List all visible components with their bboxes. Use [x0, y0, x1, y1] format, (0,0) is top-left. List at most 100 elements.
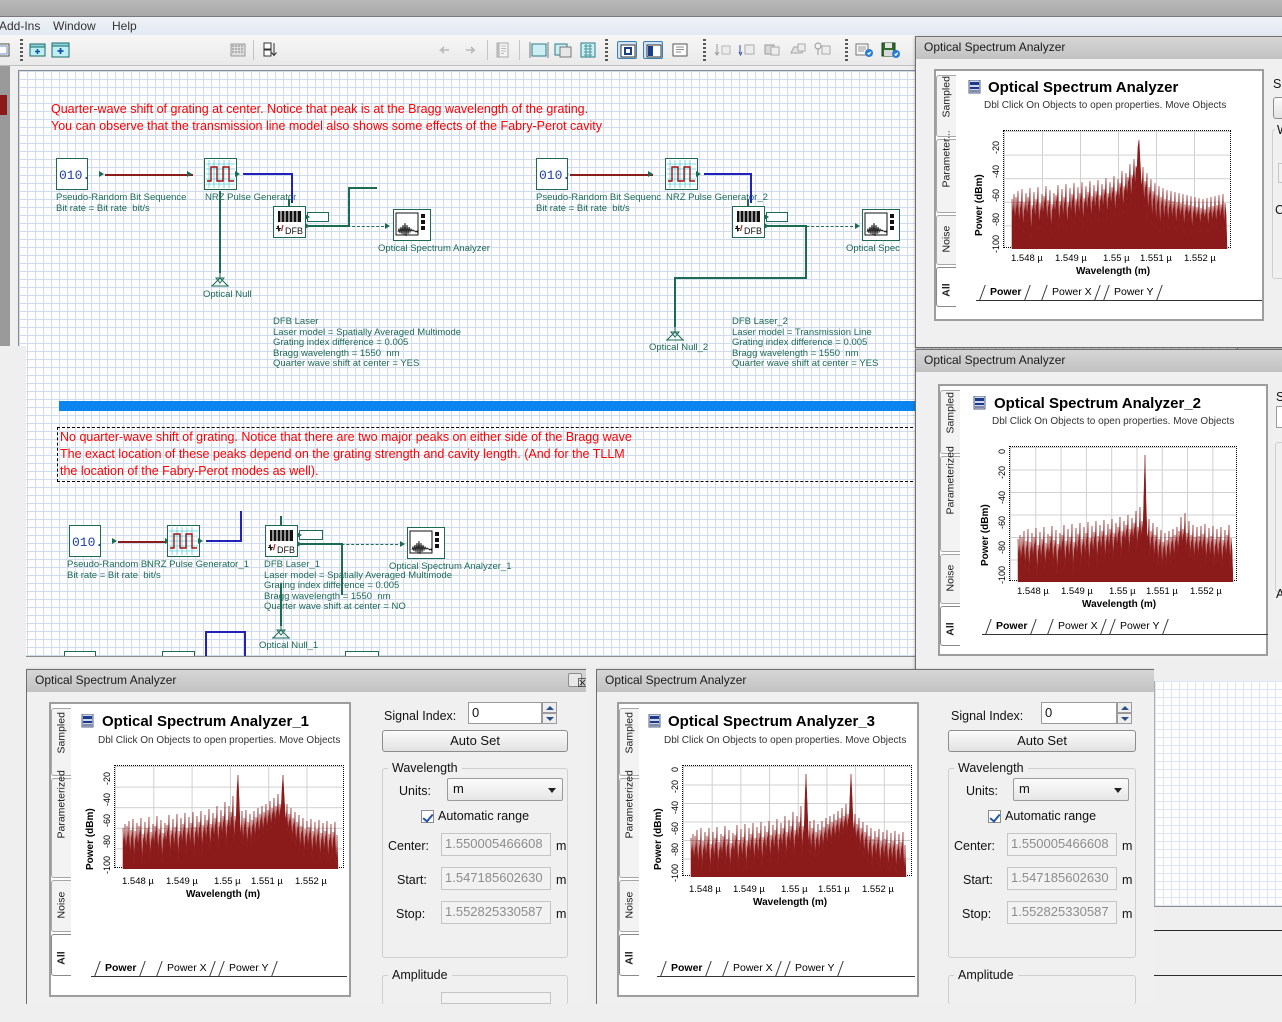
show-project-browser-icon[interactable]	[617, 41, 637, 59]
copy-layout-icon[interactable]	[553, 41, 573, 59]
htab-powery-b[interactable]: Power Y	[1112, 619, 1166, 634]
automatic-range-checkbox-c[interactable]	[421, 810, 434, 823]
osa-b-signal-field-clip[interactable]	[1276, 406, 1282, 428]
show-component-library-icon[interactable]	[643, 41, 663, 59]
osa-window-d[interactable]: Optical Spectrum Analyzer Sampled Parame…	[596, 669, 1156, 1006]
toolbar-grip-1[interactable]	[20, 39, 23, 61]
plot-c[interactable]	[114, 765, 344, 868]
htab-powerx-c[interactable]: Power X	[159, 961, 213, 976]
htab-powerx-a[interactable]: Power X	[1044, 285, 1098, 300]
osa-chart-card-d[interactable]: Sampled Parameterized Noise All Optical …	[617, 702, 919, 997]
vtab-noise-a[interactable]: Noise	[936, 215, 956, 265]
component-dfb-2[interactable]: DFB	[732, 206, 765, 238]
htab-powerx-d[interactable]: Power X	[725, 961, 779, 976]
menu-add-ins[interactable]: Add-Ins	[0, 19, 45, 33]
htab-power-d[interactable]: Power	[663, 961, 709, 976]
menu-help[interactable]: Help	[107, 19, 142, 33]
stop-input-c[interactable]: 1.552825330587	[441, 901, 551, 924]
toolbar-grip-4[interactable]	[845, 39, 848, 61]
component-nrz-3[interactable]	[167, 525, 200, 557]
vtab-noise-b[interactable]: Noise	[940, 554, 960, 604]
toolbar-icon-partial[interactable]	[0, 41, 12, 59]
htab-power-c[interactable]: Power	[97, 961, 143, 976]
osa-window-c[interactable]: Optical Spectrum Analyzer ☒ Sampled Para…	[26, 669, 588, 1006]
component-prbs-4[interactable]	[64, 651, 96, 657]
signal-index-spin-up-c[interactable]	[542, 702, 557, 713]
plot-a[interactable]	[1003, 130, 1231, 248]
signal-index-input-c[interactable]: 0	[468, 702, 542, 724]
htab-powery-a[interactable]: Power Y	[1106, 285, 1160, 300]
osa-window-a[interactable]: Optical Spectrum Analyzer Sampled Parame…	[915, 36, 1282, 348]
htab-powerx-b[interactable]: Power X	[1050, 619, 1104, 634]
osa-window-a-titlebar[interactable]: Optical Spectrum Analyzer	[916, 37, 1282, 60]
component-nrz-2[interactable]	[665, 158, 698, 190]
component-osa-3[interactable]	[407, 527, 445, 559]
toolbar-grip-2[interactable]	[605, 39, 608, 61]
vtab-sampled-a[interactable]: Sampled	[936, 75, 956, 137]
vtab-parameterized-b[interactable]: Parameterized	[940, 456, 960, 552]
resize-layout-icon[interactable]	[529, 41, 549, 59]
vtab-sampled-b[interactable]: Sampled	[940, 390, 960, 454]
run-setup-icon[interactable]	[737, 41, 757, 59]
report-page-icon[interactable]	[854, 41, 874, 59]
vtab-all-b[interactable]: All	[940, 606, 960, 646]
amplitude-field-clip-c[interactable]	[441, 992, 551, 1004]
plot-b[interactable]	[1009, 446, 1237, 581]
sort-down-icon[interactable]	[713, 41, 733, 59]
plot-d[interactable]	[682, 765, 912, 876]
center-input-c[interactable]: 1.550005466608	[441, 833, 551, 856]
annotation-bottom[interactable]: No quarter-wave shift of grating. Notice…	[57, 427, 923, 482]
auto-set-button-d[interactable]: Auto Set	[948, 730, 1136, 752]
osa-chart-card-b[interactable]: Sampled Parameterized Noise All Optical …	[938, 384, 1268, 656]
automatic-range-checkbox-d[interactable]	[988, 810, 1001, 823]
vtab-parameterized-c[interactable]: Parameterized	[51, 778, 71, 878]
calculate-icon[interactable]	[578, 41, 598, 59]
save-setup-icon[interactable]	[762, 41, 782, 59]
component-dfb-4[interactable]	[345, 651, 379, 657]
menu-window[interactable]: Window	[48, 19, 101, 33]
osa-chart-card-c[interactable]: Sampled Parameterized Noise All Optical …	[49, 702, 351, 997]
osa-a-units-clip[interactable]	[1278, 163, 1282, 183]
osa-window-d-titlebar[interactable]: Optical Spectrum Analyzer	[597, 670, 1155, 693]
units-dropdown-c[interactable]: m	[447, 778, 563, 801]
osa-window-c-titlebar[interactable]: Optical Spectrum Analyzer ☒	[27, 670, 587, 693]
vtab-all-a[interactable]: All	[936, 267, 956, 307]
htab-powery-d[interactable]: Power Y	[787, 961, 841, 976]
auto-set-button-c[interactable]: Auto Set	[382, 730, 568, 752]
component-dfb-1[interactable]: DFB	[273, 206, 306, 238]
stop-input-d[interactable]: 1.552825330587	[1007, 901, 1117, 924]
new-layout-icon[interactable]	[29, 41, 47, 59]
component-prbs-2[interactable]: 010..	[536, 158, 568, 190]
redo-arrow-icon[interactable]	[461, 41, 479, 59]
osa-window-b-titlebar[interactable]: Optical Spectrum Analyzer	[916, 350, 1282, 373]
osa-window-b[interactable]: Optical Spectrum Analyzer Sampled Parame…	[915, 349, 1282, 683]
center-input-d[interactable]: 1.550005466608	[1007, 833, 1117, 856]
htab-power-a[interactable]: Power	[982, 285, 1028, 300]
show-description-icon[interactable]	[670, 41, 690, 59]
close-icon[interactable]: ☒	[568, 673, 582, 687]
component-connector-1[interactable]	[307, 212, 329, 222]
signal-index-spin-up-d[interactable]	[1117, 702, 1132, 713]
vtab-noise-c[interactable]: Noise	[51, 880, 71, 932]
open-setup-icon[interactable]	[788, 41, 808, 59]
signal-index-input-d[interactable]: 0	[1041, 702, 1117, 724]
htab-power-b[interactable]: Power	[988, 619, 1034, 634]
report-icon[interactable]	[494, 41, 512, 59]
component-connector-3[interactable]	[299, 530, 323, 540]
start-input-c[interactable]: 1.547185602630	[441, 867, 551, 890]
component-prbs-3[interactable]: 010..	[69, 525, 101, 557]
save-icon[interactable]	[880, 41, 900, 59]
start-input-d[interactable]: 1.547185602630	[1007, 867, 1117, 890]
signal-index-spin-down-d[interactable]	[1117, 713, 1132, 724]
layout-grid-icon[interactable]	[229, 41, 247, 59]
vtab-parameterized-d[interactable]: Parameterized	[619, 778, 639, 878]
optical-null-icon[interactable]	[209, 269, 231, 291]
component-nrz-4[interactable]	[162, 651, 195, 657]
find-setup-icon[interactable]	[813, 41, 833, 59]
vtab-sampled-c[interactable]: Sampled	[51, 708, 71, 776]
vtab-noise-d[interactable]: Noise	[619, 880, 639, 932]
component-prbs-1[interactable]: 010..	[56, 158, 88, 190]
sweep-icon[interactable]	[261, 41, 279, 59]
component-nrz-1[interactable]	[204, 158, 237, 190]
vtab-sampled-d[interactable]: Sampled	[619, 708, 639, 776]
